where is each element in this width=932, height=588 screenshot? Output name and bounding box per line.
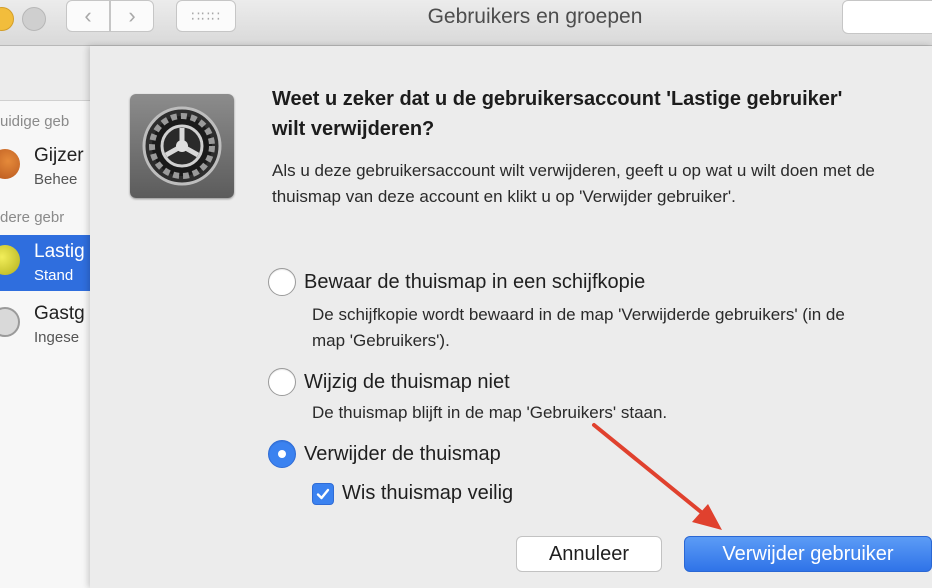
zoom-button[interactable] — [22, 7, 46, 31]
gear-icon — [142, 106, 222, 186]
avatar — [0, 245, 20, 275]
user-role: Stand — [34, 267, 74, 284]
user-name: Gastg — [34, 303, 85, 324]
dialog-title: Weet u zeker dat u de gebruikersaccount … — [272, 88, 843, 140]
dialog-message: Als u deze gebruikersaccount wilt verwij… — [272, 161, 875, 206]
current-users-heading: uidige geb — [0, 113, 70, 130]
checkmark-icon — [316, 488, 330, 499]
checkbox[interactable] — [312, 482, 334, 505]
user-name: Gijzer — [34, 145, 84, 166]
radio-label: Bewaar de thuismap in een schijfkopie — [304, 270, 646, 293]
avatar — [0, 307, 20, 337]
radio-label: Wijzig de thuismap niet — [304, 370, 510, 393]
secure-erase-checkbox[interactable]: Wis thuismap veilig — [312, 482, 513, 505]
back-button[interactable]: ‹ — [66, 0, 110, 32]
chevron-left-icon: ‹ — [84, 3, 92, 28]
option-description: De thuismap blijft in de map 'Gebruikers… — [312, 403, 668, 422]
avatar — [0, 149, 20, 179]
delete-user-button[interactable]: Verwijder gebruiker — [684, 536, 932, 572]
search-input[interactable] — [842, 0, 932, 34]
radio-button[interactable] — [268, 440, 296, 468]
radio-label: Verwijder de thuismap — [304, 442, 501, 465]
show-all-button[interactable]: ∷∷∷ — [176, 0, 236, 32]
user-role: Ingese — [34, 329, 80, 346]
title-bar: ‹ › ∷∷∷ Gebruikers en groepen — [0, 0, 932, 46]
checkbox-label: Wis thuismap veilig — [342, 482, 514, 504]
cancel-button[interactable]: Annuleer — [516, 536, 662, 572]
radio-delete-home-folder[interactable]: Verwijder de thuismap — [268, 440, 501, 468]
option-description: De schijfkopie wordt bewaard in de map '… — [312, 305, 845, 350]
radio-keep-home-folder[interactable]: Wijzig de thuismap niet — [268, 368, 510, 396]
radio-keep-disk-image[interactable]: Bewaar de thuismap in een schijfkopie — [268, 268, 645, 296]
user-name: Lastig — [34, 241, 85, 262]
radio-button[interactable] — [268, 268, 296, 296]
radio-button[interactable] — [268, 368, 296, 396]
window-title: Gebruikers en groepen — [427, 5, 643, 28]
user-role: Behee — [34, 171, 78, 188]
grid-icon: ∷∷∷ — [191, 7, 221, 24]
forward-button[interactable]: › — [110, 0, 154, 32]
other-users-heading: dere gebr — [0, 209, 65, 226]
chevron-right-icon: › — [128, 3, 136, 28]
delete-user-dialog: Weet u zeker dat u de gebruikersaccount … — [90, 46, 932, 588]
system-preferences-icon — [130, 94, 234, 198]
minimize-button[interactable] — [0, 7, 14, 31]
